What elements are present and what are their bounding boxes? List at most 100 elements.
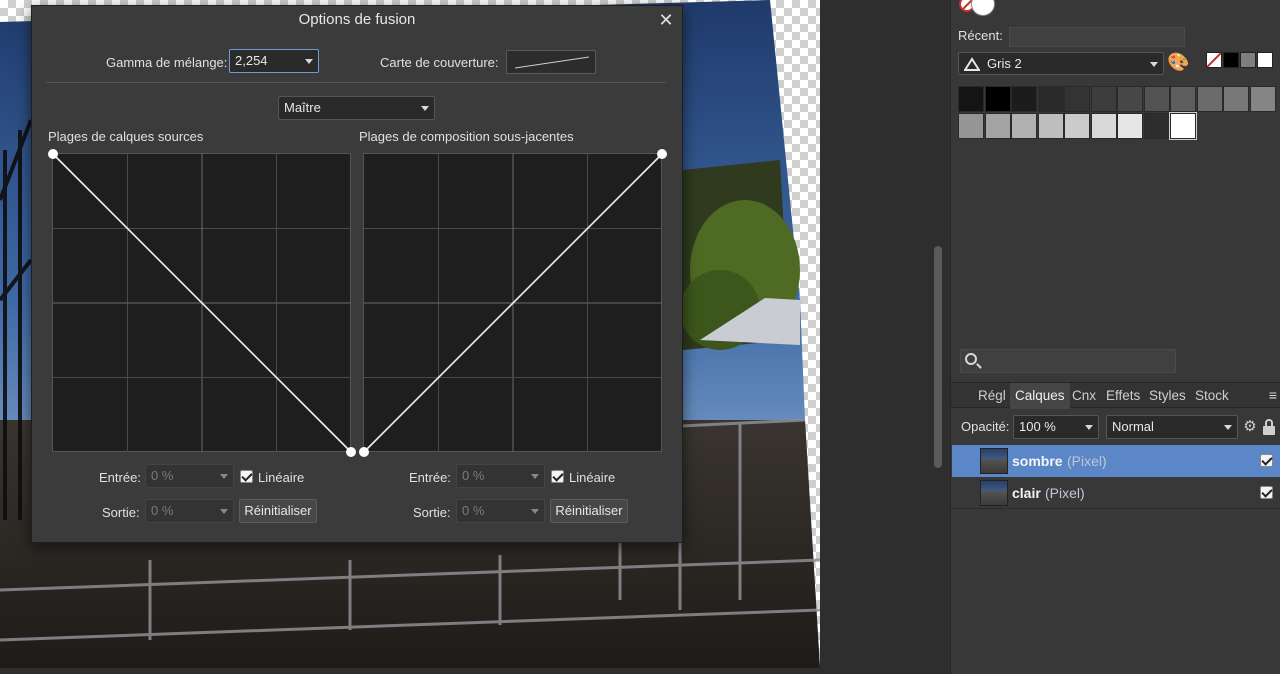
right-reset-button[interactable]: Réinitialiser <box>550 499 628 523</box>
underlying-ranges-title: Plages de composition sous-jacentes <box>359 129 574 144</box>
opacity-value: 100 % <box>1019 419 1056 434</box>
color-swatch[interactable] <box>1249 86 1276 112</box>
source-curve-handle[interactable] <box>48 149 58 159</box>
left-output-label: Sortie: <box>102 505 140 520</box>
right-linear-label: Linéaire <box>569 470 616 485</box>
coverage-map-button[interactable] <box>506 50 596 74</box>
color-swatch[interactable] <box>1170 86 1196 112</box>
color-swatch[interactable] <box>1143 113 1170 139</box>
layer-row[interactable]: sombre (Pixel) <box>952 445 1280 477</box>
dialog-divider <box>46 82 666 83</box>
right-linear-checkbox[interactable] <box>551 470 564 483</box>
underlying-curve-svg <box>359 149 667 457</box>
chevron-down-icon <box>1150 62 1158 67</box>
blend-options-dialog: Options de fusion ✕ Gamma de mélange: 2,… <box>31 5 683 543</box>
chevron-down-icon <box>1085 425 1093 430</box>
chevron-down-icon <box>531 474 539 479</box>
tab-régl[interactable]: Régl <box>973 383 1011 409</box>
color-swatch[interactable] <box>1011 86 1037 112</box>
chevron-down-icon <box>220 474 228 479</box>
color-swatch[interactable] <box>984 86 1011 112</box>
blend-mode-value: Normal <box>1112 419 1154 434</box>
left-input-value: 0 % <box>151 468 174 483</box>
underlying-curve-handle[interactable] <box>359 447 369 457</box>
color-swatch[interactable] <box>1196 86 1223 112</box>
lock-icon[interactable] <box>1263 418 1275 436</box>
color-swatch[interactable] <box>1143 86 1170 112</box>
no-color-slash-icon <box>1206 52 1222 68</box>
color-swatch[interactable] <box>984 113 1011 139</box>
underlying-ranges-graph[interactable] <box>359 149 667 457</box>
color-swatch[interactable] <box>1064 113 1090 139</box>
layer-thumbnail <box>980 448 1008 474</box>
right-input-combo[interactable]: 0 % <box>456 464 545 488</box>
recent-swatches-strip[interactable] <box>1009 27 1185 47</box>
left-output-combo[interactable]: 0 % <box>145 499 234 523</box>
tab-styles[interactable]: Styles <box>1144 383 1191 409</box>
fill-color-swatch[interactable] <box>971 0 995 16</box>
chevron-down-icon <box>1224 425 1232 430</box>
chevron-down-icon <box>220 509 228 514</box>
gamma-label: Gamma de mélange: <box>106 55 228 70</box>
gray-mini-swatch[interactable] <box>1240 52 1256 68</box>
color-swatch[interactable] <box>1011 113 1037 139</box>
color-swatch[interactable] <box>958 113 984 139</box>
color-swatch[interactable] <box>1090 113 1117 139</box>
coverage-curve-icon <box>514 56 590 69</box>
layer-visibility-checkbox[interactable] <box>1260 486 1273 499</box>
panel-tabs: Régl Calques Cnx Effets Styles Stock ≡ <box>951 382 1280 409</box>
layer-thumbnail <box>980 480 1008 506</box>
canvas-vertical-scrollbar[interactable] <box>934 246 942 468</box>
close-icon[interactable]: ✕ <box>656 10 676 30</box>
underlying-curve-handle[interactable] <box>657 149 667 159</box>
color-swatch[interactable] <box>1117 86 1143 112</box>
left-linear-label: Linéaire <box>258 470 305 485</box>
left-linear-checkbox[interactable] <box>240 470 253 483</box>
layer-name: sombre <box>1012 453 1063 469</box>
color-swatch[interactable] <box>1037 86 1064 112</box>
dialog-title: Options de fusion <box>298 11 416 28</box>
color-swatch[interactable] <box>1117 113 1143 139</box>
chevron-down-icon <box>305 59 313 64</box>
coverage-map-label: Carte de couverture: <box>380 55 499 70</box>
right-output-combo[interactable]: 0 % <box>456 499 545 523</box>
source-curve-handle[interactable] <box>346 447 356 457</box>
opacity-label: Opacité: <box>961 419 1010 434</box>
gamma-value: 2,254 <box>235 53 268 68</box>
color-swatch[interactable] <box>1037 113 1064 139</box>
channel-combo[interactable]: Maître <box>278 96 435 120</box>
gear-icon[interactable]: ⚙ <box>1241 417 1259 437</box>
chevron-down-icon <box>421 106 429 111</box>
color-swatch[interactable] <box>1064 86 1090 112</box>
right-output-label: Sortie: <box>413 505 451 520</box>
layer-row[interactable]: clair (Pixel) <box>952 477 1280 509</box>
layer-type: (Pixel) <box>1045 485 1085 501</box>
black-mini-swatch[interactable] <box>1223 52 1239 68</box>
layer-visibility-checkbox[interactable] <box>1260 454 1273 467</box>
left-input-combo[interactable]: 0 % <box>145 464 234 488</box>
gamma-combo[interactable]: 2,254 <box>229 49 319 73</box>
left-reset-button[interactable]: Réinitialiser <box>239 499 317 523</box>
tab-stock[interactable]: Stock <box>1190 383 1234 409</box>
color-swatch[interactable] <box>958 86 984 112</box>
color-swatch[interactable] <box>1090 86 1117 112</box>
tab-calques[interactable]: Calques <box>1010 383 1070 409</box>
palette-icon[interactable]: 🎨 <box>1167 52 1189 72</box>
tab-effets[interactable]: Effets <box>1101 383 1145 409</box>
color-swatch[interactable] <box>1223 86 1249 112</box>
white-mini-swatch[interactable] <box>1257 52 1273 68</box>
source-ranges-graph[interactable] <box>48 149 356 457</box>
right-output-value: 0 % <box>462 503 485 518</box>
panel-menu-icon[interactable]: ≡ <box>1269 383 1277 409</box>
recent-label: Récent: <box>958 28 1003 43</box>
left-input-label: Entrée: <box>99 470 141 485</box>
layer-search-input[interactable] <box>960 349 1176 373</box>
blend-mode-combo[interactable]: Normal <box>1106 415 1238 439</box>
tab-cnx[interactable]: Cnx <box>1067 383 1101 409</box>
color-swatch[interactable] <box>1169 112 1197 140</box>
none-mini-swatch[interactable] <box>1206 52 1222 68</box>
opacity-combo[interactable]: 100 % <box>1013 415 1099 439</box>
channel-value: Maître <box>284 100 321 115</box>
palette-name: Gris 2 <box>987 56 1022 71</box>
palette-combo[interactable]: Gris 2 <box>958 52 1164 75</box>
